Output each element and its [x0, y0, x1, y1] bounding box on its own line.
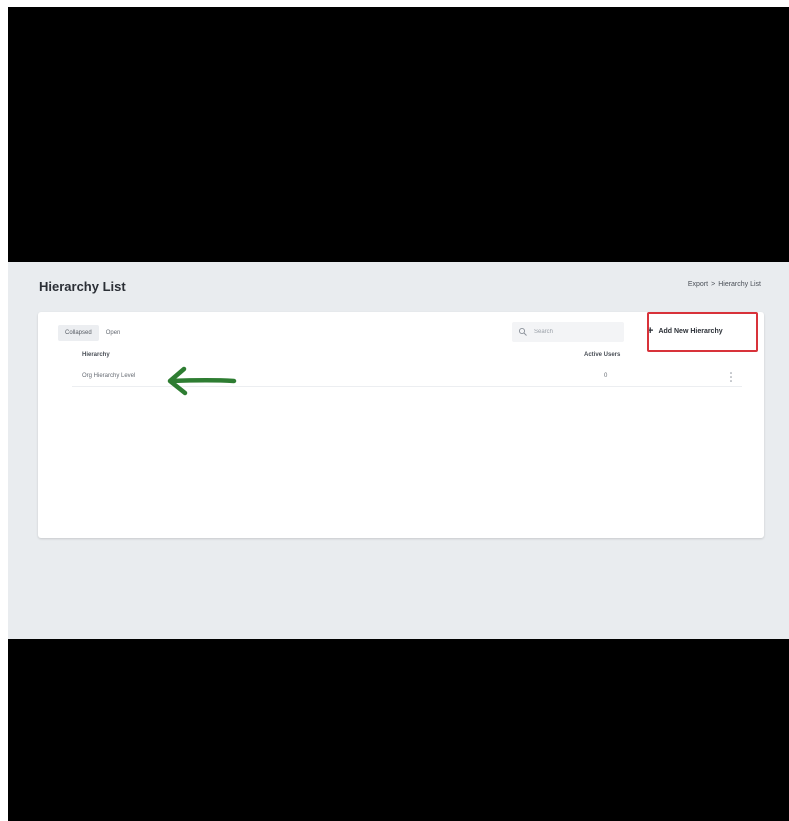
search-box[interactable]	[512, 322, 624, 342]
table-header: Hierarchy Active Users	[72, 352, 732, 364]
page-title: Hierarchy List	[39, 279, 126, 294]
breadcrumb-separator: >	[711, 281, 716, 288]
breadcrumb-item-current: Hierarchy List	[718, 281, 761, 288]
column-header-hierarchy[interactable]: Hierarchy	[82, 352, 110, 358]
kebab-menu-icon[interactable]	[727, 370, 735, 384]
table-row[interactable]: Org Hierarchy Level 0	[72, 367, 742, 387]
search-icon	[518, 327, 527, 336]
add-new-hierarchy-button[interactable]: + Add New Hierarchy	[647, 321, 723, 341]
cell-hierarchy[interactable]: Org Hierarchy Level	[82, 373, 135, 379]
search-input[interactable]	[532, 328, 616, 336]
add-new-hierarchy-label: Add New Hierarchy	[658, 327, 723, 335]
breadcrumb: Export > Hierarchy List	[688, 281, 761, 288]
app-window: Hierarchy List Export > Hierarchy List Col…	[8, 262, 789, 639]
plus-icon: +	[647, 324, 654, 337]
tab-open[interactable]: Open	[99, 325, 128, 341]
cell-active-users: 0	[604, 373, 608, 379]
hierarchy-card: Collapsed Open + Add New Hierarchy Hiera…	[38, 312, 764, 538]
tab-collapsed[interactable]: Collapsed	[58, 325, 99, 341]
column-header-active-users[interactable]: Active Users	[584, 352, 620, 358]
view-toggle: Collapsed Open	[58, 325, 127, 341]
breadcrumb-item-export[interactable]: Export	[688, 281, 708, 288]
